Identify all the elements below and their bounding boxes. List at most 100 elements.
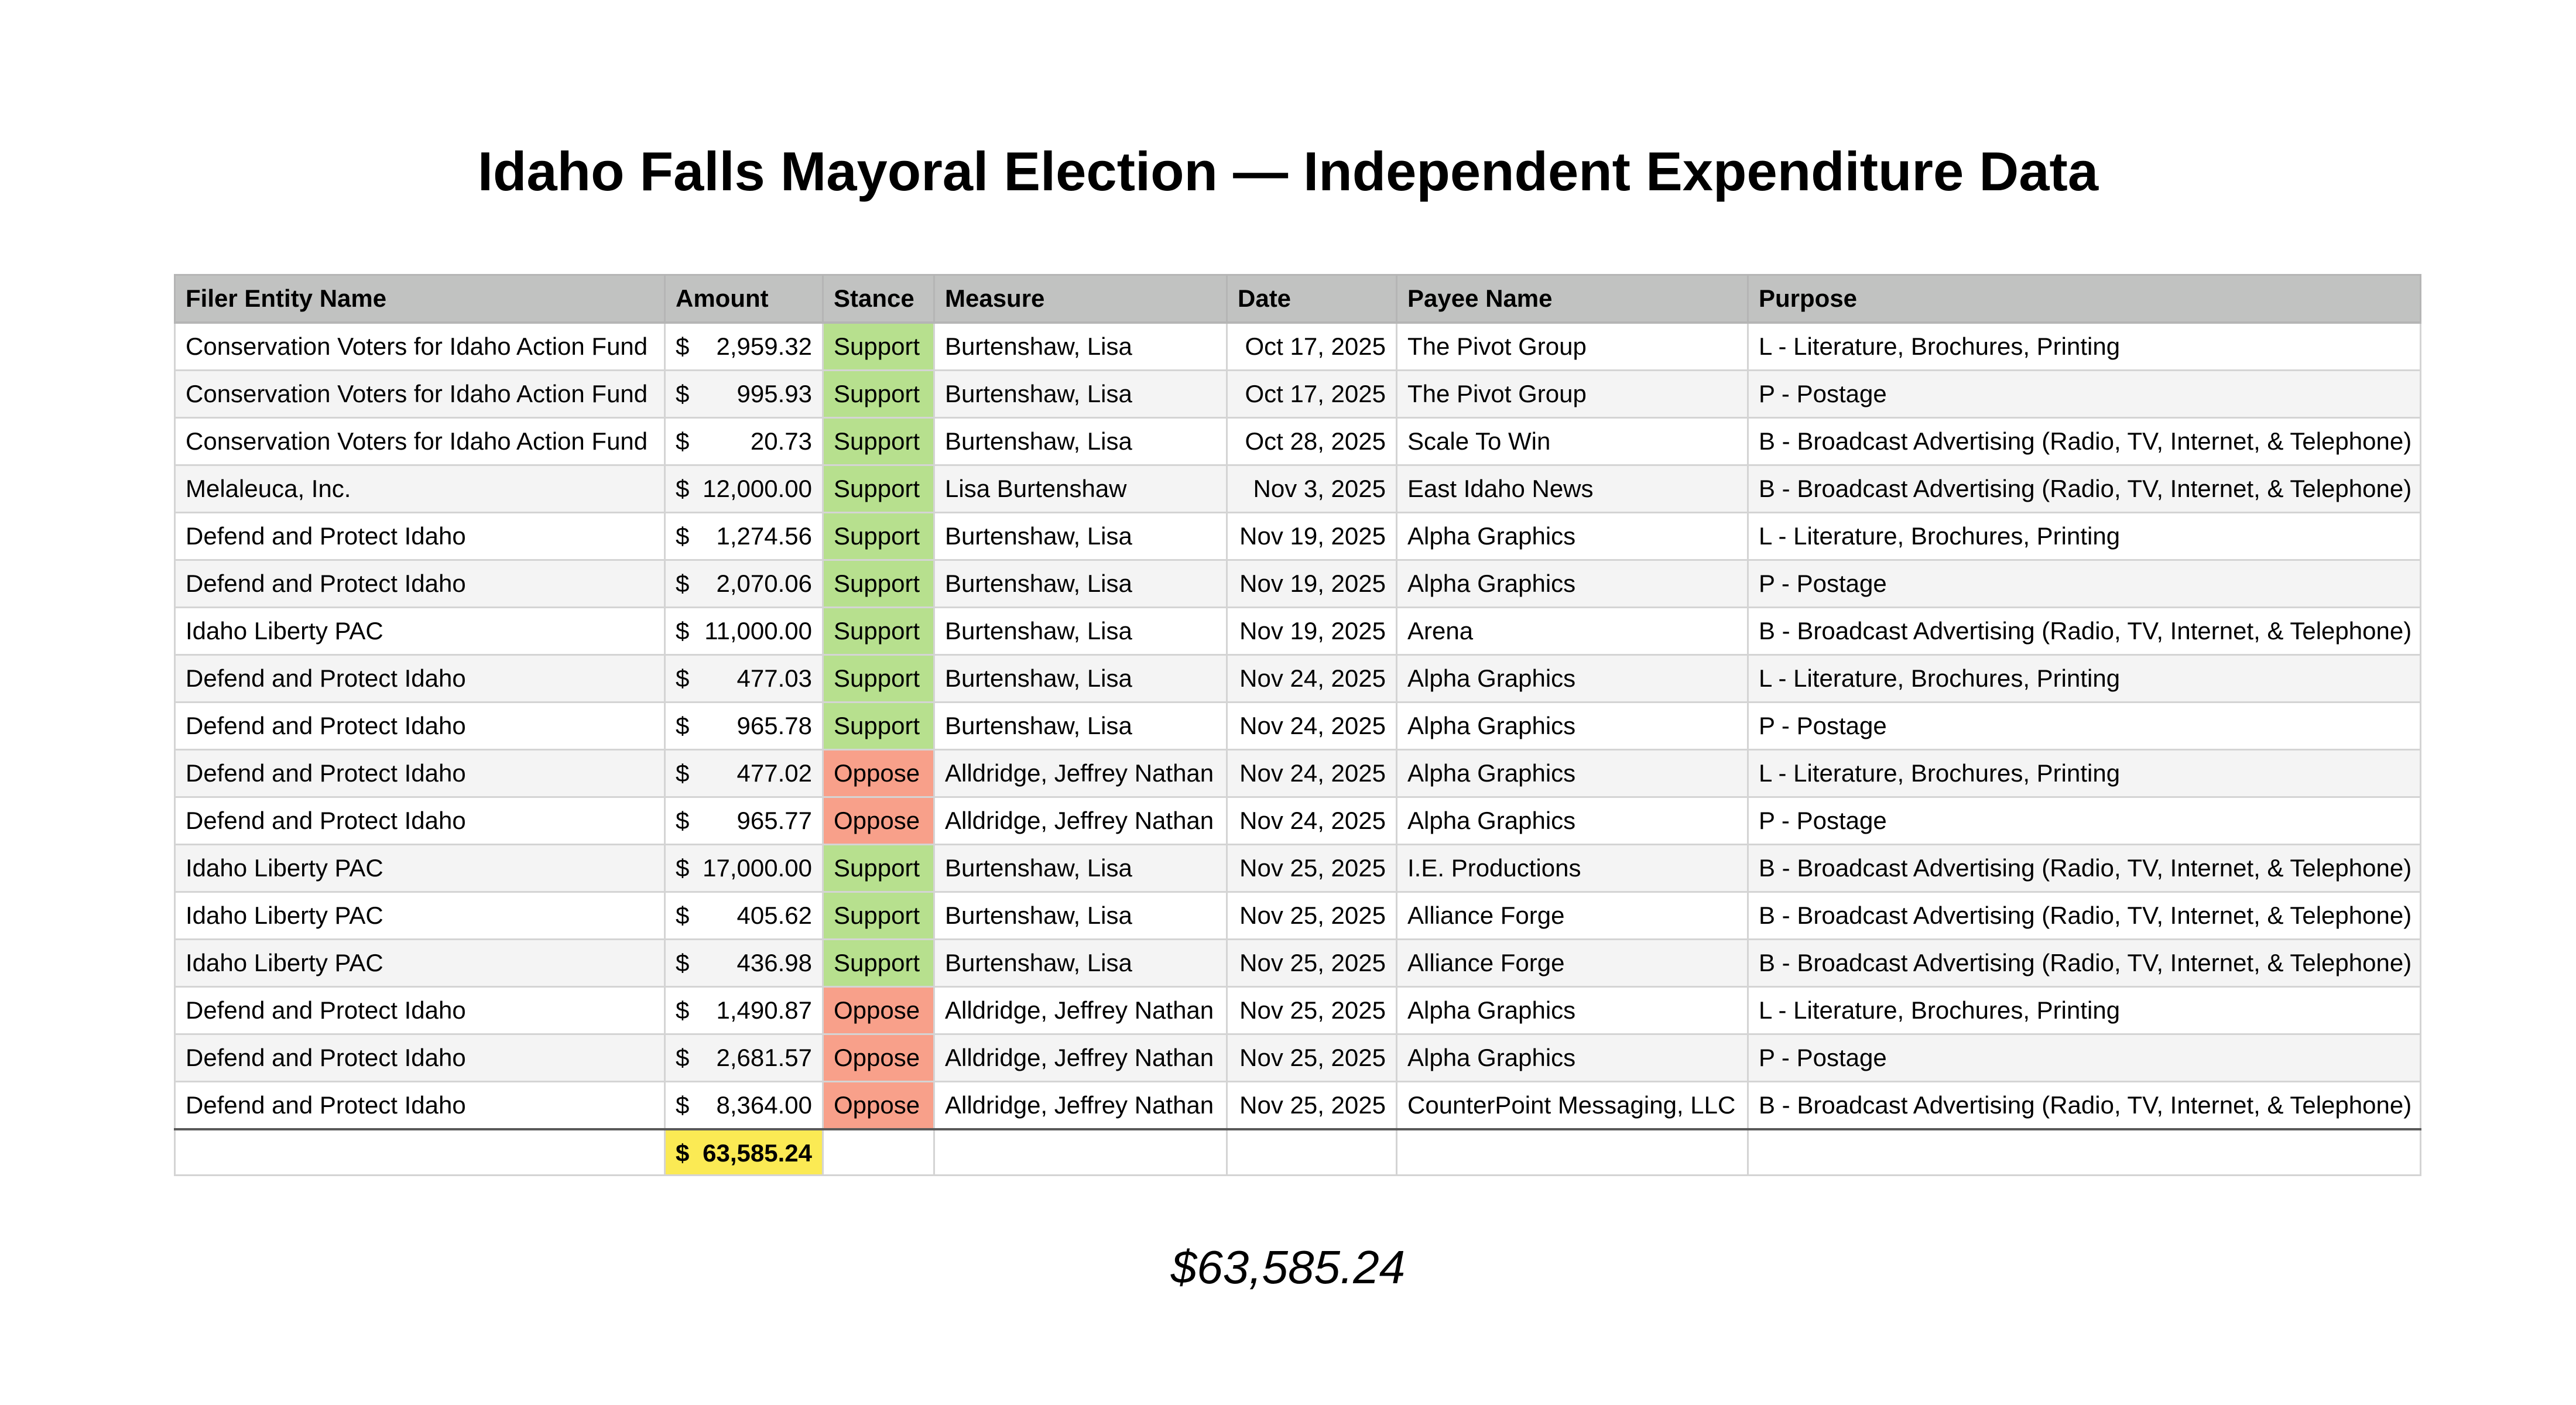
cell-amount[interactable]: $17,000.00 xyxy=(664,844,824,893)
cell-filer[interactable]: Defend and Protect Idaho xyxy=(174,749,666,798)
cell-filer[interactable]: Conservation Voters for Idaho Action Fun… xyxy=(174,369,666,419)
cell-payee[interactable]: Alliance Forge xyxy=(1396,938,1749,988)
cell-date[interactable]: Nov 19, 2025 xyxy=(1226,559,1397,608)
cell-measure[interactable]: Burtenshaw, Lisa xyxy=(933,701,1228,751)
cell-measure[interactable]: Burtenshaw, Lisa xyxy=(933,321,1228,371)
cell-purpose[interactable]: B - Broadcast Advertising (Radio, TV, In… xyxy=(1747,938,2421,988)
column-header-date[interactable]: Date xyxy=(1226,274,1397,324)
cell-purpose[interactable]: L - Literature, Brochures, Printing xyxy=(1747,986,2421,1035)
cell-payee[interactable]: Arena xyxy=(1396,606,1749,656)
cell-measure[interactable]: Burtenshaw, Lisa xyxy=(933,654,1228,703)
cell-payee[interactable]: I.E. Productions xyxy=(1396,844,1749,893)
stance-badge[interactable]: Oppose xyxy=(822,1081,935,1130)
stance-badge[interactable]: Oppose xyxy=(822,796,935,845)
cell-amount[interactable]: $20.73 xyxy=(664,417,824,466)
column-header-payee[interactable]: Payee Name xyxy=(1396,274,1749,324)
cell-filer[interactable]: Defend and Protect Idaho xyxy=(174,1081,666,1130)
cell-purpose[interactable]: P - Postage xyxy=(1747,559,2421,608)
cell-purpose[interactable]: P - Postage xyxy=(1747,796,2421,845)
column-header-purpose[interactable]: Purpose xyxy=(1747,274,2421,324)
cell-filer[interactable]: Defend and Protect Idaho xyxy=(174,654,666,703)
stance-badge[interactable]: Support xyxy=(822,891,935,940)
stance-badge[interactable]: Support xyxy=(822,559,935,608)
cell-amount[interactable]: $1,274.56 xyxy=(664,512,824,561)
cell-payee[interactable]: Alpha Graphics xyxy=(1396,986,1749,1035)
cell-amount[interactable]: $477.03 xyxy=(664,654,824,703)
cell-purpose[interactable]: B - Broadcast Advertising (Radio, TV, In… xyxy=(1747,891,2421,940)
stance-badge[interactable]: Support xyxy=(822,464,935,513)
cell-purpose[interactable]: L - Literature, Brochures, Printing xyxy=(1747,512,2421,561)
cell-measure[interactable]: Lisa Burtenshaw xyxy=(933,464,1228,513)
cell-purpose[interactable]: P - Postage xyxy=(1747,701,2421,751)
cell-purpose[interactable]: P - Postage xyxy=(1747,369,2421,419)
cell-filer[interactable]: Defend and Protect Idaho xyxy=(174,986,666,1035)
cell-date[interactable]: Nov 25, 2025 xyxy=(1226,891,1397,940)
cell-measure[interactable]: Alldridge, Jeffrey Nathan xyxy=(933,1033,1228,1082)
cell-date[interactable]: Nov 3, 2025 xyxy=(1226,464,1397,513)
cell-amount[interactable]: $477.02 xyxy=(664,749,824,798)
cell-measure[interactable]: Alldridge, Jeffrey Nathan xyxy=(933,749,1228,798)
cell-measure[interactable]: Burtenshaw, Lisa xyxy=(933,844,1228,893)
column-header-amount[interactable]: Amount xyxy=(664,274,824,324)
cell-payee[interactable]: Alpha Graphics xyxy=(1396,1033,1749,1082)
cell-measure[interactable]: Burtenshaw, Lisa xyxy=(933,606,1228,656)
cell-filer[interactable]: Idaho Liberty PAC xyxy=(174,938,666,988)
cell-payee[interactable]: East Idaho News xyxy=(1396,464,1749,513)
stance-badge[interactable]: Oppose xyxy=(822,986,935,1035)
cell-payee[interactable]: The Pivot Group xyxy=(1396,321,1749,371)
cell-amount[interactable]: $995.93 xyxy=(664,369,824,419)
cell-measure[interactable]: Burtenshaw, Lisa xyxy=(933,891,1228,940)
cell-purpose[interactable]: B - Broadcast Advertising (Radio, TV, In… xyxy=(1747,417,2421,466)
cell-filer[interactable]: Conservation Voters for Idaho Action Fun… xyxy=(174,417,666,466)
cell-filer[interactable]: Idaho Liberty PAC xyxy=(174,844,666,893)
cell-amount[interactable]: $8,364.00 xyxy=(664,1081,824,1130)
cell-date[interactable]: Nov 19, 2025 xyxy=(1226,606,1397,656)
cell-purpose[interactable]: B - Broadcast Advertising (Radio, TV, In… xyxy=(1747,606,2421,656)
cell-purpose[interactable]: L - Literature, Brochures, Printing xyxy=(1747,654,2421,703)
cell-measure[interactable]: Alldridge, Jeffrey Nathan xyxy=(933,1081,1228,1130)
stance-badge[interactable]: Support xyxy=(822,654,935,703)
cell-payee[interactable]: The Pivot Group xyxy=(1396,369,1749,419)
cell-payee[interactable]: Alpha Graphics xyxy=(1396,796,1749,845)
cell-date[interactable]: Nov 25, 2025 xyxy=(1226,938,1397,988)
stance-badge[interactable]: Support xyxy=(822,938,935,988)
stance-badge[interactable]: Oppose xyxy=(822,1033,935,1082)
cell-payee[interactable]: Scale To Win xyxy=(1396,417,1749,466)
cell-payee[interactable]: Alpha Graphics xyxy=(1396,654,1749,703)
cell-filer[interactable]: Defend and Protect Idaho xyxy=(174,701,666,751)
cell-measure[interactable]: Burtenshaw, Lisa xyxy=(933,369,1228,419)
cell-payee[interactable]: Alliance Forge xyxy=(1396,891,1749,940)
cell-amount[interactable]: $12,000.00 xyxy=(664,464,824,513)
cell-filer[interactable]: Idaho Liberty PAC xyxy=(174,606,666,656)
cell-date[interactable]: Nov 25, 2025 xyxy=(1226,1081,1397,1130)
cell-measure[interactable]: Burtenshaw, Lisa xyxy=(933,938,1228,988)
cell-amount[interactable]: $405.62 xyxy=(664,891,824,940)
stance-badge[interactable]: Support xyxy=(822,321,935,371)
cell-date[interactable]: Nov 19, 2025 xyxy=(1226,512,1397,561)
cell-date[interactable]: Nov 24, 2025 xyxy=(1226,749,1397,798)
cell-filer[interactable]: Defend and Protect Idaho xyxy=(174,512,666,561)
stance-badge[interactable]: Support xyxy=(822,369,935,419)
cell-purpose[interactable]: P - Postage xyxy=(1747,1033,2421,1082)
cell-date[interactable]: Nov 24, 2025 xyxy=(1226,654,1397,703)
cell-purpose[interactable]: B - Broadcast Advertising (Radio, TV, In… xyxy=(1747,844,2421,893)
cell-amount[interactable]: $436.98 xyxy=(664,938,824,988)
cell-filer[interactable]: Idaho Liberty PAC xyxy=(174,891,666,940)
stance-badge[interactable]: Support xyxy=(822,512,935,561)
cell-filer[interactable]: Defend and Protect Idaho xyxy=(174,559,666,608)
cell-measure[interactable]: Burtenshaw, Lisa xyxy=(933,417,1228,466)
cell-payee[interactable]: CounterPoint Messaging, LLC xyxy=(1396,1081,1749,1130)
cell-payee[interactable]: Alpha Graphics xyxy=(1396,559,1749,608)
cell-date[interactable]: Nov 25, 2025 xyxy=(1226,844,1397,893)
cell-filer[interactable]: Defend and Protect Idaho xyxy=(174,1033,666,1082)
cell-purpose[interactable]: B - Broadcast Advertising (Radio, TV, In… xyxy=(1747,464,2421,513)
cell-payee[interactable]: Alpha Graphics xyxy=(1396,749,1749,798)
cell-amount[interactable]: $965.77 xyxy=(664,796,824,845)
cell-filer[interactable]: Melaleuca, Inc. xyxy=(174,464,666,513)
cell-measure[interactable]: Burtenshaw, Lisa xyxy=(933,512,1228,561)
stance-badge[interactable]: Support xyxy=(822,844,935,893)
cell-date[interactable]: Oct 28, 2025 xyxy=(1226,417,1397,466)
cell-purpose[interactable]: L - Literature, Brochures, Printing xyxy=(1747,749,2421,798)
cell-date[interactable]: Oct 17, 2025 xyxy=(1226,321,1397,371)
stance-badge[interactable]: Oppose xyxy=(822,749,935,798)
